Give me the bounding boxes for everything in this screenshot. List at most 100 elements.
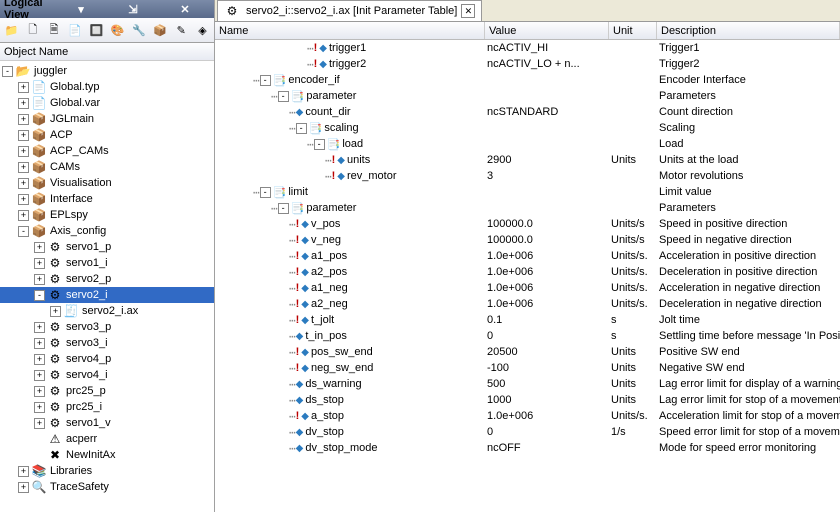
tree-item-servo1-i[interactable]: +⚙servo1_i bbox=[0, 255, 214, 271]
expand-toggle[interactable]: + bbox=[18, 98, 29, 109]
col-unit[interactable]: Unit bbox=[609, 22, 657, 39]
param-value[interactable]: 100000.0 bbox=[485, 234, 609, 246]
expand-toggle[interactable]: + bbox=[50, 306, 61, 317]
expand-toggle[interactable]: + bbox=[34, 354, 45, 365]
tree-item-acperr[interactable]: ⚠acperr bbox=[0, 431, 214, 447]
param-row-parameter[interactable]: ⋯-📑parameterParameters bbox=[215, 88, 840, 104]
tree-item-cams[interactable]: +📦CAMs bbox=[0, 159, 214, 175]
param-value[interactable]: 100000.0 bbox=[485, 218, 609, 230]
expand-toggle[interactable]: + bbox=[18, 466, 29, 477]
param-row-ds_warning[interactable]: ⋯◆ds_warning500UnitsLag error limit for … bbox=[215, 376, 840, 392]
param-row-v_neg[interactable]: ⋯!◆v_neg100000.0Units/sSpeed in negative… bbox=[215, 232, 840, 248]
pin-icon[interactable]: ⇲ bbox=[108, 2, 158, 16]
param-row-load[interactable]: ⋯-📑loadLoad bbox=[215, 136, 840, 152]
tab-close-button[interactable]: ✕ bbox=[461, 4, 475, 18]
param-value[interactable]: ncACTIV_LO + n... bbox=[485, 58, 609, 70]
param-row-scaling[interactable]: ⋯-📑scalingScaling bbox=[215, 120, 840, 136]
tree-item-newinitax[interactable]: ✖NewInitAx bbox=[0, 447, 214, 463]
param-value[interactable]: 3 bbox=[485, 170, 609, 182]
param-value[interactable]: 500 bbox=[485, 378, 609, 390]
toolbar-btn-8[interactable]: ✎ bbox=[172, 20, 191, 40]
close-icon[interactable]: ✕ bbox=[160, 2, 210, 16]
tree-item-prc25-i[interactable]: +⚙prc25_i bbox=[0, 399, 214, 415]
param-row-encoder_if[interactable]: ⋯-📑encoder_ifEncoder Interface bbox=[215, 72, 840, 88]
expand-toggle[interactable]: + bbox=[34, 386, 45, 397]
param-value[interactable]: ncSTANDARD bbox=[485, 106, 609, 118]
expand-toggle[interactable]: + bbox=[34, 322, 45, 333]
toolbar-btn-2[interactable]: 🗎 bbox=[44, 20, 63, 40]
param-row-a1_neg[interactable]: ⋯!◆a1_neg1.0e+006Units/s.Acceleration in… bbox=[215, 280, 840, 296]
tree-item-servo1-v[interactable]: +⚙servo1_v bbox=[0, 415, 214, 431]
param-value[interactable]: 0 bbox=[485, 426, 609, 438]
param-value[interactable]: 2900 bbox=[485, 154, 609, 166]
col-value[interactable]: Value bbox=[485, 22, 609, 39]
param-row-ds_stop[interactable]: ⋯◆ds_stop1000UnitsLag error limit for st… bbox=[215, 392, 840, 408]
param-row-a2_neg[interactable]: ⋯!◆a2_neg1.0e+006Units/s.Deceleration in… bbox=[215, 296, 840, 312]
expand-toggle[interactable]: + bbox=[34, 418, 45, 429]
tree-item-eplspy[interactable]: +📦EPLspy bbox=[0, 207, 214, 223]
expand-toggle[interactable]: + bbox=[34, 242, 45, 253]
expand-toggle[interactable]: - bbox=[278, 91, 289, 102]
toolbar-btn-5[interactable]: 🎨 bbox=[108, 20, 127, 40]
expand-toggle[interactable]: + bbox=[34, 370, 45, 381]
param-value[interactable]: 1.0e+006 bbox=[485, 282, 609, 294]
toolbar-btn-0[interactable]: 📁 bbox=[2, 20, 21, 40]
toolbar-btn-7[interactable]: 📦 bbox=[150, 20, 169, 40]
tree-item-servo2-i[interactable]: -⚙servo2_i bbox=[0, 287, 214, 303]
expand-toggle[interactable]: + bbox=[18, 482, 29, 493]
expand-toggle[interactable]: - bbox=[296, 123, 307, 134]
param-row-pos_sw_end[interactable]: ⋯!◆pos_sw_end20500UnitsPositive SW end bbox=[215, 344, 840, 360]
param-row-count_dir[interactable]: ⋯◆count_dirncSTANDARDCount direction bbox=[215, 104, 840, 120]
param-value[interactable]: 1000 bbox=[485, 394, 609, 406]
tree-item-servo2-i-ax[interactable]: +🧾servo2_i.ax bbox=[0, 303, 214, 319]
expand-toggle[interactable]: + bbox=[18, 162, 29, 173]
expand-toggle[interactable]: + bbox=[18, 82, 29, 93]
toolbar-btn-1[interactable]: 🗋 bbox=[23, 20, 42, 40]
expand-toggle[interactable]: + bbox=[34, 274, 45, 285]
tree-item-interface[interactable]: +📦Interface bbox=[0, 191, 214, 207]
expand-toggle[interactable]: + bbox=[34, 258, 45, 269]
expand-toggle[interactable]: - bbox=[260, 75, 271, 86]
tree-item-global-var[interactable]: +📄Global.var bbox=[0, 95, 214, 111]
toolbar-btn-6[interactable]: 🔧 bbox=[129, 20, 148, 40]
tree-item-servo3-p[interactable]: +⚙servo3_p bbox=[0, 319, 214, 335]
param-value[interactable]: 20500 bbox=[485, 346, 609, 358]
expand-toggle[interactable]: + bbox=[34, 402, 45, 413]
param-row-t_in_pos[interactable]: ⋯◆t_in_pos0sSettling time before message… bbox=[215, 328, 840, 344]
expand-toggle[interactable]: + bbox=[18, 178, 29, 189]
param-value[interactable]: 1.0e+006 bbox=[485, 266, 609, 278]
param-value[interactable]: ncACTIV_HI bbox=[485, 42, 609, 54]
param-value[interactable]: 0 bbox=[485, 330, 609, 342]
tree-item-acp[interactable]: +📦ACP bbox=[0, 127, 214, 143]
tree-item-servo2-p[interactable]: +⚙servo2_p bbox=[0, 271, 214, 287]
param-row-limit[interactable]: ⋯-📑limitLimit value bbox=[215, 184, 840, 200]
toolbar-btn-4[interactable]: 🔲 bbox=[87, 20, 106, 40]
dropdown-icon[interactable]: ▾ bbox=[56, 2, 106, 16]
expand-toggle[interactable]: + bbox=[18, 130, 29, 141]
parameter-table[interactable]: ⋯!◆trigger1ncACTIV_HITrigger1⋯!◆trigger2… bbox=[215, 40, 840, 512]
expand-toggle[interactable]: - bbox=[314, 139, 325, 150]
param-value[interactable]: 1.0e+006 bbox=[485, 250, 609, 262]
tree-item-prc25-p[interactable]: +⚙prc25_p bbox=[0, 383, 214, 399]
expand-toggle[interactable]: - bbox=[34, 290, 45, 301]
tree-item-acp-cams[interactable]: +📦ACP_CAMs bbox=[0, 143, 214, 159]
param-value[interactable]: -100 bbox=[485, 362, 609, 374]
tree-item-servo3-i[interactable]: +⚙servo3_i bbox=[0, 335, 214, 351]
tree-item-axis-config[interactable]: -📦Axis_config bbox=[0, 223, 214, 239]
expand-toggle[interactable]: + bbox=[18, 146, 29, 157]
expand-toggle[interactable]: - bbox=[18, 226, 29, 237]
tree-item-servo1-p[interactable]: +⚙servo1_p bbox=[0, 239, 214, 255]
param-row-t_jolt[interactable]: ⋯!◆t_jolt0.1sJolt time bbox=[215, 312, 840, 328]
param-row-v_pos[interactable]: ⋯!◆v_pos100000.0Units/sSpeed in positive… bbox=[215, 216, 840, 232]
tree-item-visualisation[interactable]: +📦Visualisation bbox=[0, 175, 214, 191]
param-row-neg_sw_end[interactable]: ⋯!◆neg_sw_end-100UnitsNegative SW end bbox=[215, 360, 840, 376]
param-row-units[interactable]: ⋯!◆units2900UnitsUnits at the load bbox=[215, 152, 840, 168]
toolbar-btn-3[interactable]: 📄 bbox=[66, 20, 85, 40]
param-row-a_stop[interactable]: ⋯!◆a_stop1.0e+006Units/s.Acceleration li… bbox=[215, 408, 840, 424]
expand-toggle[interactable]: + bbox=[18, 210, 29, 221]
param-value[interactable]: 1.0e+006 bbox=[485, 298, 609, 310]
col-name[interactable]: Name bbox=[215, 22, 485, 39]
expand-toggle[interactable]: + bbox=[34, 338, 45, 349]
expand-toggle[interactable]: - bbox=[278, 203, 289, 214]
object-tree[interactable]: -📂juggler+📄Global.typ+📄Global.var+📦JGLma… bbox=[0, 61, 214, 512]
